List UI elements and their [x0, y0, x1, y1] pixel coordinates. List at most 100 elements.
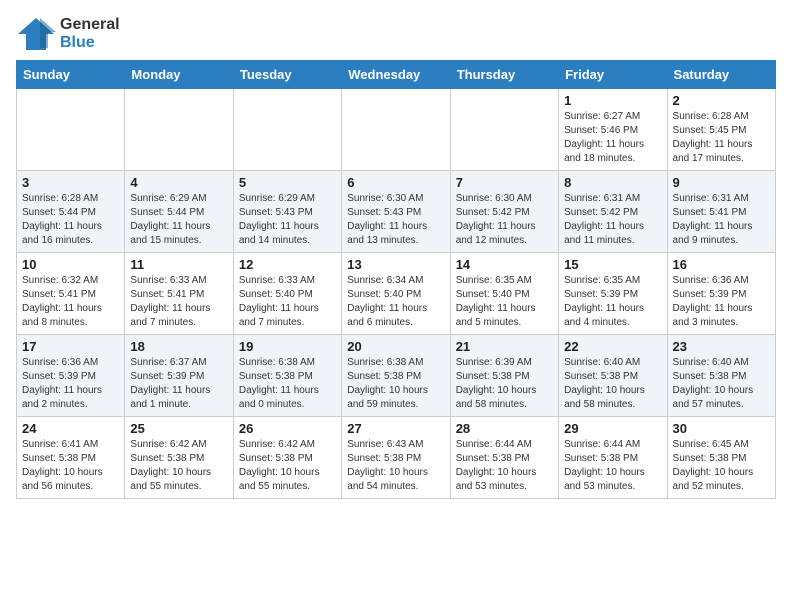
calendar-cell: 12 Sunrise: 6:33 AM Sunset: 5:40 PM Dayli…: [233, 253, 341, 335]
day-info: Sunrise: 6:37 AM Sunset: 5:39 PM Dayligh…: [130, 356, 227, 412]
calendar-cell: 6 Sunrise: 6:30 AM Sunset: 5:43 PM Daylig…: [342, 171, 450, 253]
day-number: 11: [130, 257, 227, 272]
day-info: Sunrise: 6:29 AM Sunset: 5:44 PM Dayligh…: [130, 192, 227, 248]
logo-icon: [16, 16, 56, 52]
calendar-cell: 16Sunrise: 6:36 AM Sunset: 5:39 PM Dayli…: [667, 253, 775, 335]
day-info: Sunrise: 6:42 AM Sunset: 5:38 PM Dayligh…: [130, 438, 227, 494]
calendar-cell: 25 Sunrise: 6:42 AM Sunset: 5:38 PM Dayli…: [125, 417, 233, 499]
day-number: 25: [130, 421, 227, 436]
calendar-cell: 8 Sunrise: 6:31 AM Sunset: 5:42 PM Daylig…: [559, 171, 667, 253]
calendar-cell: 14 Sunrise: 6:35 AM Sunset: 5:40 PM Dayli…: [450, 253, 558, 335]
day-number: 1: [564, 93, 661, 108]
weekday-header-tuesday: Tuesday: [233, 61, 341, 89]
calendar-cell: 17 Sunrise: 6:36 AM Sunset: 5:39 PM Dayli…: [17, 335, 125, 417]
calendar-cell: 26Sunrise: 6:42 AM Sunset: 5:38 PM Dayli…: [233, 417, 341, 499]
day-info: Sunrise: 6:35 AM Sunset: 5:40 PM Dayligh…: [456, 274, 553, 330]
day-number: 20: [347, 339, 444, 354]
day-info: Sunrise: 6:30 AM Sunset: 5:43 PM Dayligh…: [347, 192, 444, 248]
day-info: Sunrise: 6:45 AM Sunset: 5:38 PM Dayligh…: [673, 438, 770, 494]
week-row-3: 10 Sunrise: 6:32 AM Sunset: 5:41 PM Dayli…: [17, 253, 776, 335]
day-info: Sunrise: 6:43 AM Sunset: 5:38 PM Dayligh…: [347, 438, 444, 494]
calendar-cell: 20 Sunrise: 6:38 AM Sunset: 5:38 PM Dayli…: [342, 335, 450, 417]
calendar-cell: 21Sunrise: 6:39 AM Sunset: 5:38 PM Dayli…: [450, 335, 558, 417]
week-row-2: 3 Sunrise: 6:28 AM Sunset: 5:44 PM Daylig…: [17, 171, 776, 253]
weekday-header-thursday: Thursday: [450, 61, 558, 89]
day-number: 8: [564, 175, 661, 190]
day-number: 10: [22, 257, 119, 272]
logo: General Blue: [16, 16, 120, 52]
day-number: 29: [564, 421, 661, 436]
day-number: 14: [456, 257, 553, 272]
calendar-cell: [342, 89, 450, 171]
day-number: 7: [456, 175, 553, 190]
day-number: 19: [239, 339, 336, 354]
week-row-5: 24Sunrise: 6:41 AM Sunset: 5:38 PM Dayli…: [17, 417, 776, 499]
calendar-cell: 11Sunrise: 6:33 AM Sunset: 5:41 PM Dayli…: [125, 253, 233, 335]
calendar-cell: 15 Sunrise: 6:35 AM Sunset: 5:39 PM Dayli…: [559, 253, 667, 335]
day-info: Sunrise: 6:29 AM Sunset: 5:43 PM Dayligh…: [239, 192, 336, 248]
day-number: 18: [130, 339, 227, 354]
day-number: 23: [673, 339, 770, 354]
page-container: General Blue SundayMondayTuesdayWednesda…: [16, 16, 776, 499]
day-info: Sunrise: 6:42 AM Sunset: 5:38 PM Dayligh…: [239, 438, 336, 494]
day-info: Sunrise: 6:35 AM Sunset: 5:39 PM Dayligh…: [564, 274, 661, 330]
week-row-1: 1 Sunrise: 6:27 AM Sunset: 5:46 PM Daylig…: [17, 89, 776, 171]
day-info: Sunrise: 6:44 AM Sunset: 5:38 PM Dayligh…: [456, 438, 553, 494]
day-number: 16: [673, 257, 770, 272]
day-number: 22: [564, 339, 661, 354]
calendar-cell: 3 Sunrise: 6:28 AM Sunset: 5:44 PM Daylig…: [17, 171, 125, 253]
day-number: 4: [130, 175, 227, 190]
calendar-cell: 13 Sunrise: 6:34 AM Sunset: 5:40 PM Dayli…: [342, 253, 450, 335]
day-number: 3: [22, 175, 119, 190]
day-info: Sunrise: 6:33 AM Sunset: 5:40 PM Dayligh…: [239, 274, 336, 330]
calendar-cell: [17, 89, 125, 171]
day-info: Sunrise: 6:32 AM Sunset: 5:41 PM Dayligh…: [22, 274, 119, 330]
day-info: Sunrise: 6:34 AM Sunset: 5:40 PM Dayligh…: [347, 274, 444, 330]
calendar-cell: 24Sunrise: 6:41 AM Sunset: 5:38 PM Dayli…: [17, 417, 125, 499]
header: General Blue: [16, 16, 776, 52]
weekday-header-saturday: Saturday: [667, 61, 775, 89]
calendar-cell: 23 Sunrise: 6:40 AM Sunset: 5:38 PM Dayli…: [667, 335, 775, 417]
weekday-header-monday: Monday: [125, 61, 233, 89]
day-number: 21: [456, 339, 553, 354]
day-info: Sunrise: 6:28 AM Sunset: 5:45 PM Dayligh…: [673, 110, 770, 166]
calendar-cell: 29 Sunrise: 6:44 AM Sunset: 5:38 PM Dayli…: [559, 417, 667, 499]
day-number: 5: [239, 175, 336, 190]
day-number: 6: [347, 175, 444, 190]
day-number: 9: [673, 175, 770, 190]
logo-text: General Blue: [60, 16, 120, 52]
day-info: Sunrise: 6:31 AM Sunset: 5:42 PM Dayligh…: [564, 192, 661, 248]
day-info: Sunrise: 6:30 AM Sunset: 5:42 PM Dayligh…: [456, 192, 553, 248]
calendar-cell: 4 Sunrise: 6:29 AM Sunset: 5:44 PM Daylig…: [125, 171, 233, 253]
day-info: Sunrise: 6:36 AM Sunset: 5:39 PM Dayligh…: [22, 356, 119, 412]
day-number: 17: [22, 339, 119, 354]
day-info: Sunrise: 6:40 AM Sunset: 5:38 PM Dayligh…: [564, 356, 661, 412]
day-info: Sunrise: 6:44 AM Sunset: 5:38 PM Dayligh…: [564, 438, 661, 494]
day-info: Sunrise: 6:28 AM Sunset: 5:44 PM Dayligh…: [22, 192, 119, 248]
weekday-header-wednesday: Wednesday: [342, 61, 450, 89]
weekday-header-sunday: Sunday: [17, 61, 125, 89]
calendar-cell: 18 Sunrise: 6:37 AM Sunset: 5:39 PM Dayli…: [125, 335, 233, 417]
calendar-cell: 10 Sunrise: 6:32 AM Sunset: 5:41 PM Dayli…: [17, 253, 125, 335]
day-number: 13: [347, 257, 444, 272]
day-info: Sunrise: 6:40 AM Sunset: 5:38 PM Dayligh…: [673, 356, 770, 412]
calendar-cell: 27 Sunrise: 6:43 AM Sunset: 5:38 PM Dayli…: [342, 417, 450, 499]
day-number: 12: [239, 257, 336, 272]
calendar-cell: [125, 89, 233, 171]
day-info: Sunrise: 6:31 AM Sunset: 5:41 PM Dayligh…: [673, 192, 770, 248]
day-info: Sunrise: 6:38 AM Sunset: 5:38 PM Dayligh…: [347, 356, 444, 412]
weekday-header-friday: Friday: [559, 61, 667, 89]
day-number: 27: [347, 421, 444, 436]
day-number: 15: [564, 257, 661, 272]
calendar-cell: [233, 89, 341, 171]
day-info: Sunrise: 6:27 AM Sunset: 5:46 PM Dayligh…: [564, 110, 661, 166]
week-row-4: 17 Sunrise: 6:36 AM Sunset: 5:39 PM Dayli…: [17, 335, 776, 417]
day-info: Sunrise: 6:38 AM Sunset: 5:38 PM Dayligh…: [239, 356, 336, 412]
calendar-cell: 30Sunrise: 6:45 AM Sunset: 5:38 PM Dayli…: [667, 417, 775, 499]
day-number: 28: [456, 421, 553, 436]
weekday-header-row: SundayMondayTuesdayWednesdayThursdayFrid…: [17, 61, 776, 89]
day-info: Sunrise: 6:41 AM Sunset: 5:38 PM Dayligh…: [22, 438, 119, 494]
calendar-cell: 22 Sunrise: 6:40 AM Sunset: 5:38 PM Dayli…: [559, 335, 667, 417]
calendar-cell: 2Sunrise: 6:28 AM Sunset: 5:45 PM Daylig…: [667, 89, 775, 171]
calendar-cell: 9 Sunrise: 6:31 AM Sunset: 5:41 PM Daylig…: [667, 171, 775, 253]
